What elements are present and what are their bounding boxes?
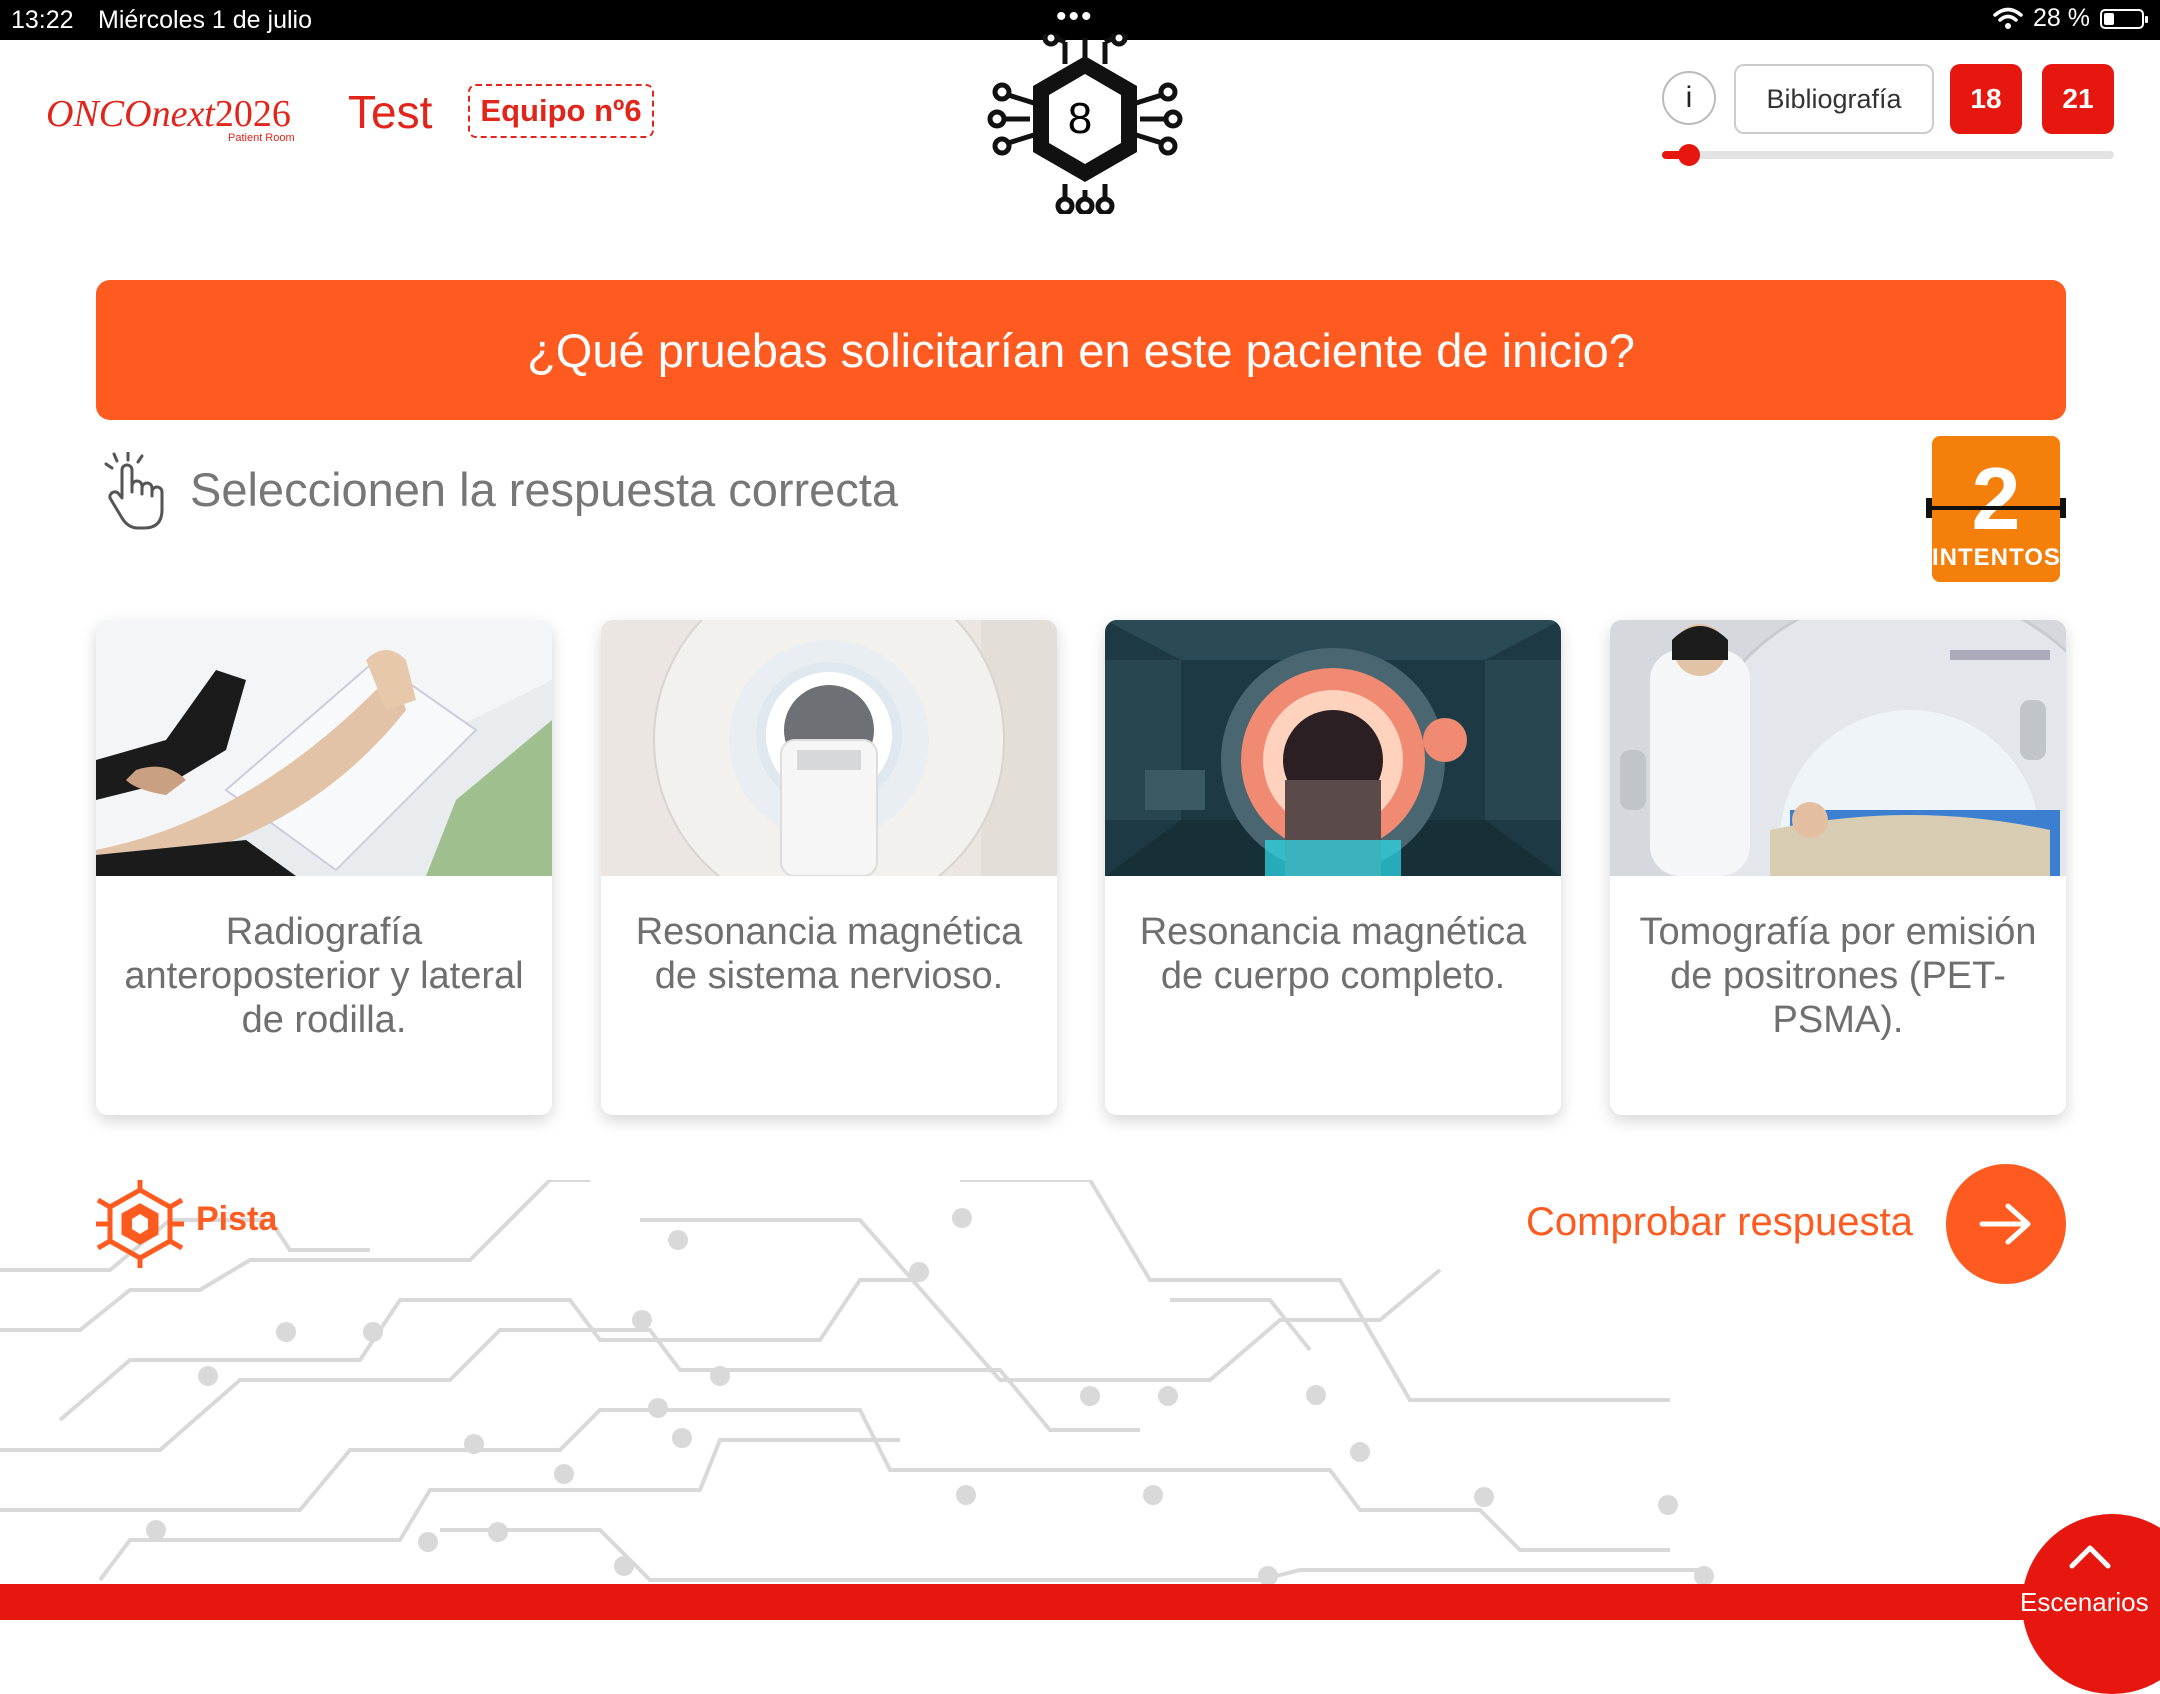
option-text: Resonancia magnética de sistema nervioso… bbox=[635, 911, 1023, 997]
option-text: Tomografía por emisión de positrones (PE… bbox=[1639, 911, 2037, 1041]
counter-b-badge[interactable]: 21 bbox=[2042, 64, 2114, 134]
attempts-label: INTENTOS bbox=[1932, 544, 2061, 571]
tap-hand-icon bbox=[104, 452, 164, 530]
hint-gear-icon[interactable] bbox=[92, 1176, 188, 1272]
status-time: 13:22 bbox=[11, 6, 74, 34]
wifi-icon bbox=[1993, 7, 2023, 29]
attempts-count: 2 bbox=[1971, 449, 2021, 548]
check-answer-button[interactable] bbox=[1946, 1164, 2066, 1284]
battery-percent: 28 % bbox=[2033, 4, 2090, 32]
logo-main: ONCOnext bbox=[46, 93, 215, 135]
multitask-dots[interactable]: ••• bbox=[1056, 0, 1094, 34]
knee-xray-photo bbox=[96, 620, 552, 876]
mri-scanner-photo bbox=[601, 620, 1057, 876]
option-text: Resonancia magnética de cuerpo completo. bbox=[1139, 911, 1527, 997]
hint-button[interactable]: Pista bbox=[196, 1200, 277, 1239]
progress-knob[interactable] bbox=[1678, 144, 1701, 166]
level-number: 8 bbox=[1067, 94, 1093, 143]
scenarios-label: Escenarios bbox=[2020, 1587, 2149, 1617]
option-card-pet-psma[interactable]: Tomografía por emisión de positrones (PE… bbox=[1610, 620, 2066, 1115]
chevron-up-icon bbox=[2069, 1545, 2111, 1569]
bibliography-button[interactable]: Bibliografía bbox=[1734, 64, 1934, 134]
info-button[interactable]: i bbox=[1662, 71, 1716, 125]
option-text: Radiografía anteroposterior y lateral de… bbox=[124, 911, 524, 1041]
bottom-bar bbox=[0, 1584, 2160, 1620]
circuit-background bbox=[0, 1180, 1714, 1586]
futuristic-mri-room-photo bbox=[1105, 620, 1561, 876]
logo-year: 2026 bbox=[214, 93, 291, 135]
counter-a-badge[interactable]: 18 bbox=[1950, 64, 2022, 134]
option-card-knee-xray[interactable]: Radiografía anteroposterior y lateral de… bbox=[96, 620, 552, 1115]
pet-scanner-photo bbox=[1610, 620, 2066, 876]
team-badge: Equipo nº6 bbox=[468, 84, 654, 138]
question-banner: ¿Qué pruebas solicitarían en este pacien… bbox=[96, 280, 2066, 420]
battery-icon bbox=[2100, 8, 2148, 29]
app-logo: ONCOnext2026 bbox=[46, 92, 291, 136]
logo-subtitle: Patient Room bbox=[228, 132, 295, 144]
attempts-divider bbox=[1926, 498, 2066, 518]
mode-title: Test bbox=[348, 86, 433, 138]
check-answer-label[interactable]: Comprobar respuesta bbox=[1526, 1200, 1913, 1245]
progress-bar bbox=[1662, 144, 2114, 166]
option-card-mri-wholebody[interactable]: Resonancia magnética de cuerpo completo. bbox=[1105, 620, 1561, 1115]
status-date: Miércoles 1 de julio bbox=[98, 6, 312, 34]
instruction-text: Seleccionen la respuesta correcta bbox=[190, 463, 899, 516]
arrow-right-icon bbox=[1979, 1203, 2031, 1245]
option-card-mri-nervous[interactable]: Resonancia magnética de sistema nervioso… bbox=[601, 620, 1057, 1115]
attempts-badge: 2 INTENTOS bbox=[1926, 436, 2066, 582]
